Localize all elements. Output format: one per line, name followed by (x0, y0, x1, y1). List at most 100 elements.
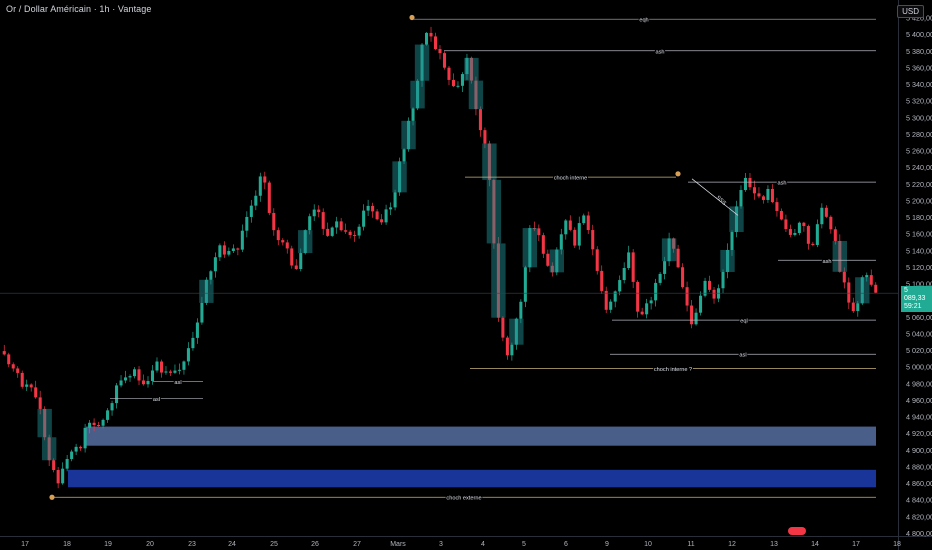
candle-body (829, 216, 833, 230)
candle (681, 263, 685, 289)
candle-body (326, 228, 330, 236)
candle (164, 366, 168, 375)
y-tick-label: 5 240,00 (906, 163, 932, 172)
candle-body (2, 351, 6, 355)
candle-body (25, 384, 29, 387)
candle-body (97, 425, 101, 427)
candle-body (743, 177, 748, 191)
x-tick-label: 9 (605, 541, 609, 548)
candle (74, 443, 78, 455)
y-tick-label: 4 800,00 (906, 529, 932, 538)
candle-body (164, 371, 168, 373)
y-tick-label: 5 340,00 (906, 80, 932, 89)
candle (222, 241, 226, 258)
demand-zone (68, 469, 876, 488)
candle (384, 204, 388, 225)
level-line: ash (688, 180, 876, 188)
candle (654, 278, 658, 307)
candle (132, 367, 137, 379)
candle-body (663, 261, 667, 274)
candle (429, 26, 433, 42)
candle (806, 224, 810, 250)
candle-body (685, 287, 689, 306)
candle-body (222, 245, 226, 255)
level-label: asl (174, 380, 181, 386)
candle (2, 344, 6, 356)
level-line: asl (610, 352, 876, 360)
candle (591, 224, 595, 256)
candle (815, 219, 819, 248)
y-tick-label: 4 860,00 (906, 479, 932, 488)
candle-body (505, 337, 509, 356)
candle-body (79, 446, 83, 449)
y-tick-label: 5 220,00 (906, 180, 932, 189)
candle (676, 244, 680, 269)
candle-body (429, 32, 433, 37)
candle (115, 383, 119, 409)
y-tick-label: 5 160,00 (906, 230, 932, 239)
candle-body (478, 109, 482, 131)
candle-body (658, 273, 662, 283)
x-tick-label: 27 (353, 541, 361, 548)
candle-body (869, 275, 873, 285)
candlestick-chart[interactable]: 5 420,005 400,005 380,005 360,005 340,00… (0, 0, 932, 550)
impulse-box (855, 277, 870, 304)
candle (177, 363, 181, 375)
level-line: ash (778, 258, 876, 266)
x-tick-label: 17 (852, 541, 860, 548)
candle-body (168, 371, 172, 373)
candle (11, 362, 15, 372)
candle-body (128, 376, 132, 378)
candle-body (335, 221, 339, 228)
candle-body (258, 176, 262, 196)
candle (699, 291, 703, 316)
candle (622, 262, 626, 284)
candle (371, 202, 375, 218)
candle-body (856, 303, 860, 312)
y-tick-label: 5 380,00 (906, 47, 932, 56)
candle (312, 204, 316, 221)
candle-body (609, 301, 613, 310)
candle-body (779, 210, 783, 220)
impulse-box (37, 408, 52, 438)
candle-body (263, 176, 267, 183)
candle (721, 269, 725, 294)
candle (7, 352, 11, 368)
candle-body (281, 240, 285, 243)
level-label: asl (153, 397, 160, 403)
candle (83, 423, 87, 453)
candle-body (757, 193, 761, 197)
candle-body (115, 385, 119, 404)
candle-body (299, 253, 303, 270)
candle-body (330, 227, 334, 236)
candle (326, 222, 330, 237)
candle-body (65, 459, 69, 469)
candle-body (141, 380, 146, 385)
candle (636, 280, 640, 318)
candle-body (739, 190, 743, 207)
candle (339, 218, 343, 232)
candle (321, 208, 325, 235)
candle-body (308, 216, 312, 231)
candle (501, 316, 505, 342)
impulse-box (549, 249, 564, 273)
candle-body (317, 209, 321, 213)
candle (748, 173, 752, 191)
y-tick-label: 5 140,00 (906, 246, 932, 255)
y-tick-label: 5 400,00 (906, 30, 932, 39)
impulse-box (41, 437, 57, 461)
y-tick-label: 5 060,00 (906, 313, 932, 322)
candle-body (362, 210, 366, 227)
currency-selector[interactable]: USD (897, 5, 924, 18)
level-line: choch interne ? (470, 366, 876, 374)
candle-body (56, 470, 60, 484)
candle-body (236, 248, 240, 250)
candle-body (155, 361, 159, 371)
y-tick-label: 5 200,00 (906, 196, 932, 205)
candle (442, 51, 447, 70)
chart-area[interactable]: 5 420,00 5 400,00 5 380,00 5 360,00 5 340,00… (0, 0, 932, 550)
level-label: choch interne ? (654, 367, 692, 373)
x-tick-label: 14 (811, 541, 819, 548)
candle-body (618, 280, 622, 292)
y-tick-label: 4 920,00 (906, 429, 932, 438)
